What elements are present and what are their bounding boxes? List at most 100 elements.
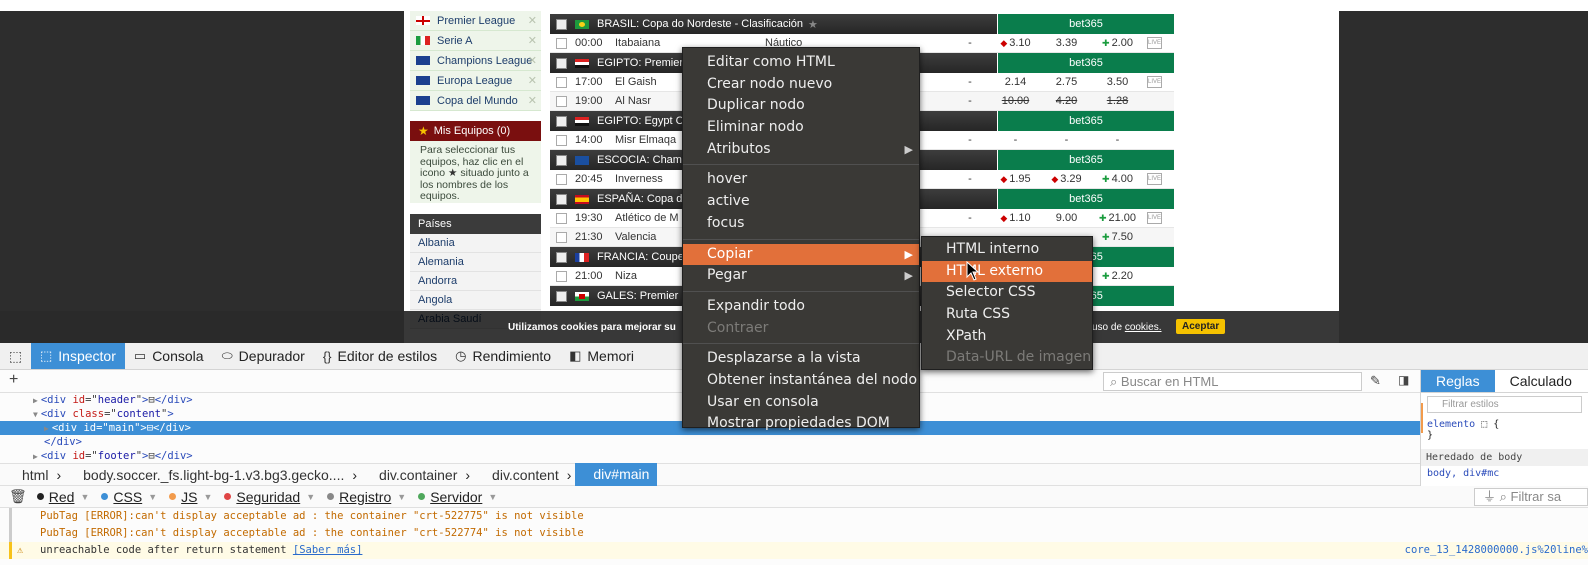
dropdown-caret-icon[interactable]: ▼ — [148, 492, 157, 502]
odd-value[interactable]: 2.14 — [990, 76, 1041, 88]
competition-checkbox[interactable] — [556, 154, 567, 166]
console-filter-js[interactable]: JS ▼ — [169, 489, 212, 505]
favorite-star-icon[interactable]: ★ — [808, 18, 818, 31]
tab-inspector[interactable]: ⬚ Inspector — [31, 343, 125, 369]
country-item[interactable]: Angola — [410, 291, 541, 310]
menu-item-pegar[interactable]: Pegar ▶ — [683, 265, 919, 287]
match-checkbox[interactable] — [556, 76, 567, 88]
add-node-icon[interactable]: + — [9, 371, 18, 389]
tab-editor-de-estilos[interactable]: {} Editor de estilos — [314, 343, 446, 369]
league-item[interactable]: Serie A ✕ — [410, 31, 541, 51]
league-item[interactable]: Copa del Mundo ✕ — [410, 91, 541, 111]
competition-checkbox[interactable] — [556, 193, 567, 205]
odd-value[interactable]: 9.00 — [1041, 212, 1092, 224]
country-item[interactable]: Albania — [410, 234, 541, 253]
odd-value[interactable]: ✚ 4.00 — [1092, 173, 1143, 185]
tab-calculado[interactable]: Calculado — [1495, 370, 1587, 392]
remove-league-icon[interactable]: ✕ — [528, 14, 537, 27]
competition-checkbox[interactable] — [556, 57, 567, 69]
league-item[interactable]: Europa League ✕ — [410, 71, 541, 91]
breadcrumb-item[interactable]: div.container — [357, 467, 465, 483]
menu-item-atributos[interactable]: Atributos ▶ — [683, 139, 919, 161]
remove-league-icon[interactable]: ✕ — [528, 54, 537, 67]
odd-value[interactable]: - — [1041, 134, 1092, 146]
odd-value[interactable]: - — [990, 134, 1041, 146]
html-search-input[interactable]: ⌕ Buscar en HTML — [1103, 372, 1362, 391]
tab-memori[interactable]: ◧ Memori — [560, 343, 643, 369]
odd-value[interactable]: ◆ 3.29 — [1041, 173, 1092, 185]
match-checkbox[interactable] — [556, 95, 567, 107]
odd-value[interactable]: ✚ 2.20 — [1092, 270, 1143, 282]
match-checkbox[interactable] — [556, 134, 567, 146]
menu-item-editar-como-html[interactable]: Editar como HTML — [683, 52, 919, 74]
country-item[interactable]: Andorra — [410, 272, 541, 291]
submenu-item-html-interno[interactable]: HTML interno — [922, 239, 1092, 261]
live-icon[interactable]: LIVE — [1147, 173, 1162, 185]
odd-value[interactable]: ✚ 21.00 — [1092, 212, 1143, 224]
clear-console-icon[interactable]: 🗑 — [9, 488, 27, 505]
dropdown-caret-icon[interactable]: ▼ — [397, 492, 406, 502]
expand-toggle-icon[interactable]: ▶ — [33, 396, 38, 405]
dropdown-caret-icon[interactable]: ▼ — [80, 492, 89, 502]
dropdown-caret-icon[interactable]: ▼ — [488, 492, 497, 502]
tab-depurador[interactable]: ⬭ Depurador — [213, 343, 314, 369]
menu-item-obtener-instantánea-del-nodo[interactable]: Obtener instantánea del nodo — [683, 370, 919, 392]
styles-filter-input[interactable]: Filtrar estilos — [1427, 396, 1582, 413]
submenu-item-ruta-css[interactable]: Ruta CSS — [922, 304, 1092, 326]
remove-league-icon[interactable]: ✕ — [528, 94, 537, 107]
menu-item-usar-en-consola[interactable]: Usar en consola — [683, 392, 919, 414]
element-picker-icon[interactable]: ⬚ — [0, 343, 31, 369]
odd-value[interactable]: ◆ 3.10 — [990, 37, 1041, 49]
toggle-sidebar-icon[interactable]: ◨ — [1398, 373, 1409, 387]
breadcrumb-item[interactable]: div.content — [470, 467, 567, 483]
menu-item-active[interactable]: active — [683, 191, 919, 213]
menu-item-copiar[interactable]: Copiar ▶ — [683, 243, 919, 266]
competition-checkbox[interactable] — [556, 18, 567, 30]
odd-value[interactable]: 10.00 — [990, 95, 1041, 107]
competition-title[interactable]: BRASIL: Copa do Nordeste - Clasificación… — [550, 14, 997, 34]
breadcrumb-item[interactable]: body.soccer._fs.light-bg-1.v3.bg3.gecko.… — [61, 467, 352, 483]
console-message[interactable]: PubTag [ERROR]:can't display acceptable … — [0, 525, 1588, 542]
league-item[interactable]: Champions League ✕ — [410, 51, 541, 71]
live-icon[interactable]: LIVE — [1147, 76, 1162, 88]
menu-item-eliminar-nodo[interactable]: Eliminar nodo — [683, 117, 919, 139]
odd-value[interactable]: ◆ 1.10 — [990, 212, 1041, 224]
cookies-link[interactable]: cookies. — [1125, 322, 1162, 333]
country-item[interactable]: Alemania — [410, 253, 541, 272]
odd-value[interactable]: - — [1092, 134, 1143, 146]
match-checkbox[interactable] — [556, 37, 567, 49]
odd-value[interactable]: 3.39 — [1041, 37, 1092, 49]
match-checkbox[interactable] — [556, 231, 567, 243]
league-item[interactable]: Premier League ✕ — [410, 11, 541, 31]
submenu-item-selector-css[interactable]: Selector CSS — [922, 282, 1092, 304]
tab-rendimiento[interactable]: ◷ Rendimiento — [446, 343, 560, 369]
console-filter-input[interactable]: ⏚ ⌕ Filtrar sa — [1474, 488, 1588, 506]
console-filter-css[interactable]: CSS ▼ — [101, 489, 157, 505]
menu-item-expandir-todo[interactable]: Expandir todo — [683, 296, 919, 318]
remove-league-icon[interactable]: ✕ — [528, 34, 537, 47]
console-filter-servidor[interactable]: Servidor ▼ — [418, 489, 497, 505]
breadcrumb-item[interactable]: html — [0, 467, 56, 483]
accept-cookies-button[interactable]: Aceptar — [1176, 319, 1226, 334]
match-checkbox[interactable] — [556, 270, 567, 282]
live-icon[interactable]: LIVE — [1147, 212, 1162, 224]
menu-item-focus[interactable]: focus — [683, 213, 919, 235]
breadcrumb-item[interactable]: div#main — [575, 463, 658, 486]
menu-item-hover[interactable]: hover — [683, 169, 919, 191]
odd-value[interactable]: ✚ 2.00 — [1092, 37, 1143, 49]
remove-league-icon[interactable]: ✕ — [528, 74, 537, 87]
markup-node[interactable]: ▶ <div id="footer">⊟</div> — [0, 449, 1420, 463]
odd-value[interactable]: 2.75 — [1041, 76, 1092, 88]
odd-value[interactable]: ◆ 1.95 — [990, 173, 1041, 185]
dropdown-caret-icon[interactable]: ▼ — [306, 492, 315, 502]
competition-checkbox[interactable] — [556, 290, 567, 302]
odd-value[interactable]: 4.20 — [1041, 95, 1092, 107]
console-message[interactable]: ⚠ unreachable code after return statement… — [0, 542, 1588, 559]
dropdown-caret-icon[interactable]: ▼ — [203, 492, 212, 502]
console-filter-registro[interactable]: Registro ▼ — [327, 489, 406, 505]
menu-item-crear-nodo-nuevo[interactable]: Crear nodo nuevo — [683, 74, 919, 96]
match-checkbox[interactable] — [556, 173, 567, 185]
tab-reglas[interactable]: Reglas — [1421, 370, 1495, 392]
expand-toggle-icon[interactable]: ▶ — [44, 424, 49, 433]
menu-item-duplicar-nodo[interactable]: Duplicar nodo — [683, 95, 919, 117]
